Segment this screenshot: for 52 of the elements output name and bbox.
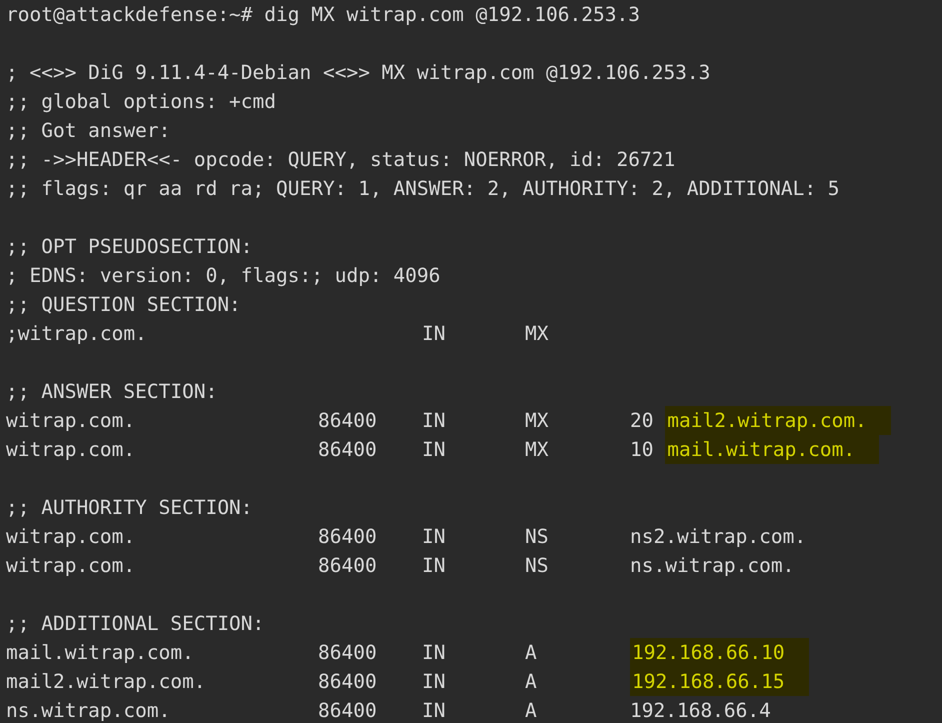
record-type: A (525, 699, 537, 722)
record-name: witrap.com. (6, 524, 136, 550)
record-name: ns.witrap.com. (6, 698, 172, 723)
record-ttl: 86400 (318, 641, 377, 664)
record-data: ns.witrap.com. (630, 553, 794, 579)
terminal-line: ;; OPT PSEUDOSECTION: (6, 234, 254, 260)
record-ttl: 86400 (318, 525, 377, 548)
record-class: IN (422, 322, 446, 345)
record-type: MX (525, 322, 548, 345)
record-data: mail2.witrap.com. (665, 406, 891, 435)
record-type: NS (525, 525, 548, 548)
record-class: IN (422, 641, 446, 664)
record-ttl: 86400 (318, 409, 377, 432)
terminal-line: root@attackdefense:~# dig MX witrap.com @192.106.253.3 (6, 2, 641, 28)
record-class: IN (422, 525, 446, 548)
record-ttl: 86400 (318, 670, 377, 693)
record-preference: 20 (630, 408, 654, 434)
record-type: MX (525, 438, 548, 461)
record-name: ;witrap.com. (6, 321, 148, 347)
record-name: mail.witrap.com. (6, 640, 195, 666)
record-type: A (525, 641, 537, 664)
record-data: 192.168.66.4 (630, 698, 771, 723)
terminal-line: ;; QUESTION SECTION: (6, 292, 242, 318)
terminal-line: ;; ->>HEADER<<- opcode: QUERY, status: NOERROR, id: 26721 (6, 147, 676, 173)
record-ttl: 86400 (318, 699, 377, 722)
record-type: A (525, 670, 537, 693)
record-data: mail.witrap.com. (665, 435, 880, 464)
terminal-line: ;; flags: qr aa rd ra; QUERY: 1, ANSWER: 2, AUTHORITY: 2, ADDITIONAL: 5 (6, 176, 841, 202)
record-name: witrap.com. (6, 553, 136, 579)
terminal-line: ;; ADDITIONAL SECTION: (6, 611, 266, 637)
record-data: 192.168.66.15 (630, 667, 809, 696)
record-class: IN (422, 699, 446, 722)
record-class: IN (422, 409, 446, 432)
record-data: 192.168.66.10 (630, 638, 809, 667)
record-preference: 10 (630, 437, 654, 463)
record-class: IN (422, 438, 446, 461)
record-class: IN (422, 554, 446, 577)
record-type: MX (525, 409, 548, 432)
terminal-line: ;; AUTHORITY SECTION: (6, 495, 254, 521)
record-ttl: 86400 (318, 438, 377, 461)
terminal-line: ; <<>> DiG 9.11.4-4-Debian <<>> MX witrap.com @192.106.253.3 (6, 60, 712, 86)
terminal-line: ;; ANSWER SECTION: (6, 379, 218, 405)
record-data: ns2.witrap.com. (630, 524, 806, 550)
record-name: witrap.com. (6, 437, 136, 463)
terminal-line: ; EDNS: version: 0, flags:; udp: 4096 (6, 263, 442, 289)
terminal-line: ;; Got answer: (6, 118, 172, 144)
record-name: mail2.witrap.com. (6, 669, 207, 695)
record-ttl: 86400 (318, 554, 377, 577)
record-name: witrap.com. (6, 408, 136, 434)
terminal-line: ;; global options: +cmd (6, 89, 278, 115)
record-type: NS (525, 554, 548, 577)
record-class: IN (422, 670, 446, 693)
